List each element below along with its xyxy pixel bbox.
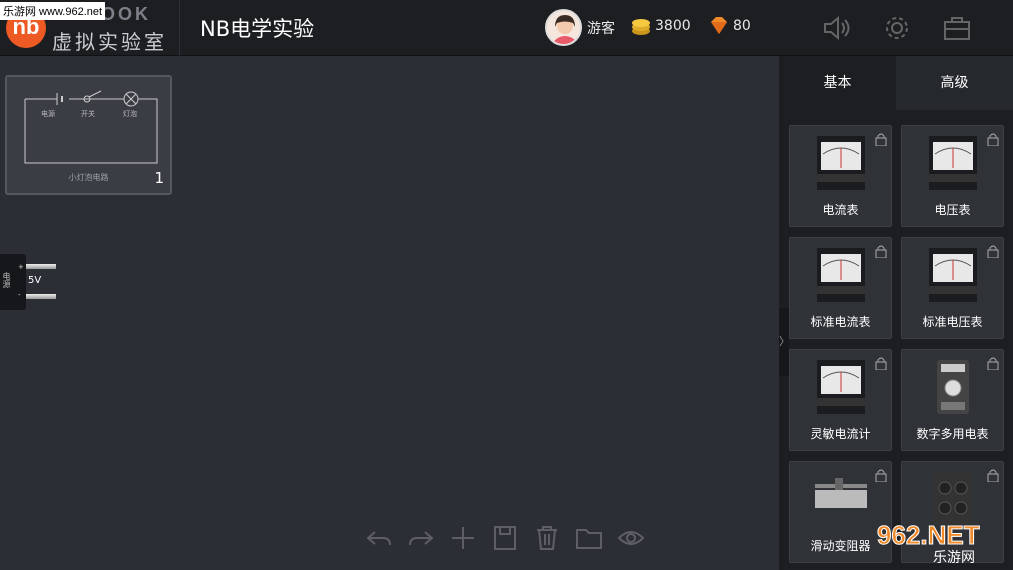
user-name[interactable]: 游客 [587,18,615,38]
power-label: 电源 [2,272,11,288]
coin-count: 3800 [655,18,691,34]
circuit-card[interactable]: 电源 开关 灯泡 小灯泡电路 1 [5,75,172,195]
component-2[interactable]: 电压表 [901,125,1004,227]
card-label-switch: 开关 [81,110,95,118]
power-source[interactable]: 电源 + - 5V [0,254,56,310]
component-label: 数字多用电表 [916,427,989,441]
trash-icon[interactable] [533,522,561,554]
tab-basic[interactable]: 基本 [779,56,896,110]
component-image [795,470,887,528]
toolbox-icon[interactable] [943,14,971,42]
component-label: 标准电压表 [922,315,983,329]
save-icon[interactable] [491,522,519,554]
coin-icon [630,16,652,36]
folder-icon[interactable] [575,522,603,554]
plus-sign: + [18,263,24,271]
card-title: 小灯泡电路 [68,173,109,182]
lock-icon [987,467,999,483]
undo-icon[interactable] [365,522,393,554]
component-4[interactable]: 标准电压表 [901,237,1004,339]
component-label: 灵敏电流计 [810,427,871,441]
component-image [815,134,867,192]
minus-sign: - [18,291,21,299]
avatar[interactable] [545,9,582,46]
bottom-toolbar [365,522,645,554]
lock-icon [987,355,999,371]
lock-icon [987,131,999,147]
voltage-value: 5V [28,275,42,286]
component-image [927,246,979,304]
add-icon[interactable] [449,522,477,554]
lock-icon [875,243,887,259]
watermark-logo: 962.NET 乐游网 [877,520,981,567]
card-label-source: 电源 [41,110,55,118]
gear-icon[interactable] [883,14,911,42]
lock-icon [875,355,887,371]
component-sidebar: 基本 高级 电流表 电压表 标准电流表 标准电压表 灵敏电流计 数字多用电表 滑动变阻器 [779,56,1013,570]
sidebar-toggle[interactable]: 〉 [779,308,790,376]
tab-advanced[interactable]: 高级 [896,56,1013,110]
terminal-minus[interactable] [26,294,56,299]
eye-icon[interactable] [617,522,645,554]
component-image [927,358,979,416]
lock-icon [875,467,887,483]
logo-cn-text: 虚拟实验室 [52,30,167,54]
card-label-bulb: 灯泡 [123,110,137,118]
component-image [815,358,867,416]
component-3[interactable]: 标准电流表 [789,237,892,339]
component-5[interactable]: 灵敏电流计 [789,349,892,451]
card-number: 1 [154,169,164,187]
power-body: 电源 + - [0,254,26,310]
component-image [927,134,979,192]
tab-indicator [779,110,896,112]
watermark-small: 乐游网 [933,550,975,566]
watermark: 乐游网 www.962.net [0,2,106,20]
component-6[interactable]: 数字多用电表 [901,349,1004,451]
gem-count: 80 [733,18,751,34]
terminal-plus[interactable] [26,264,56,269]
lock-icon [987,243,999,259]
component-label: 电流表 [822,203,859,217]
component-label: 电压表 [934,203,971,217]
top-bar: nb NOBOOK 虚拟实验室 乐游网 www.962.net NB电学实验 游… [0,0,1013,56]
component-image [815,246,867,304]
lock-icon [875,131,887,147]
component-label: 标准电流表 [810,315,871,329]
component-1[interactable]: 电流表 [789,125,892,227]
sound-icon[interactable] [822,14,850,42]
redo-icon[interactable] [407,522,435,554]
app-title: NB电学实验 [200,17,315,41]
watermark-big: 962.NET [877,520,980,550]
gem-icon [708,16,730,36]
